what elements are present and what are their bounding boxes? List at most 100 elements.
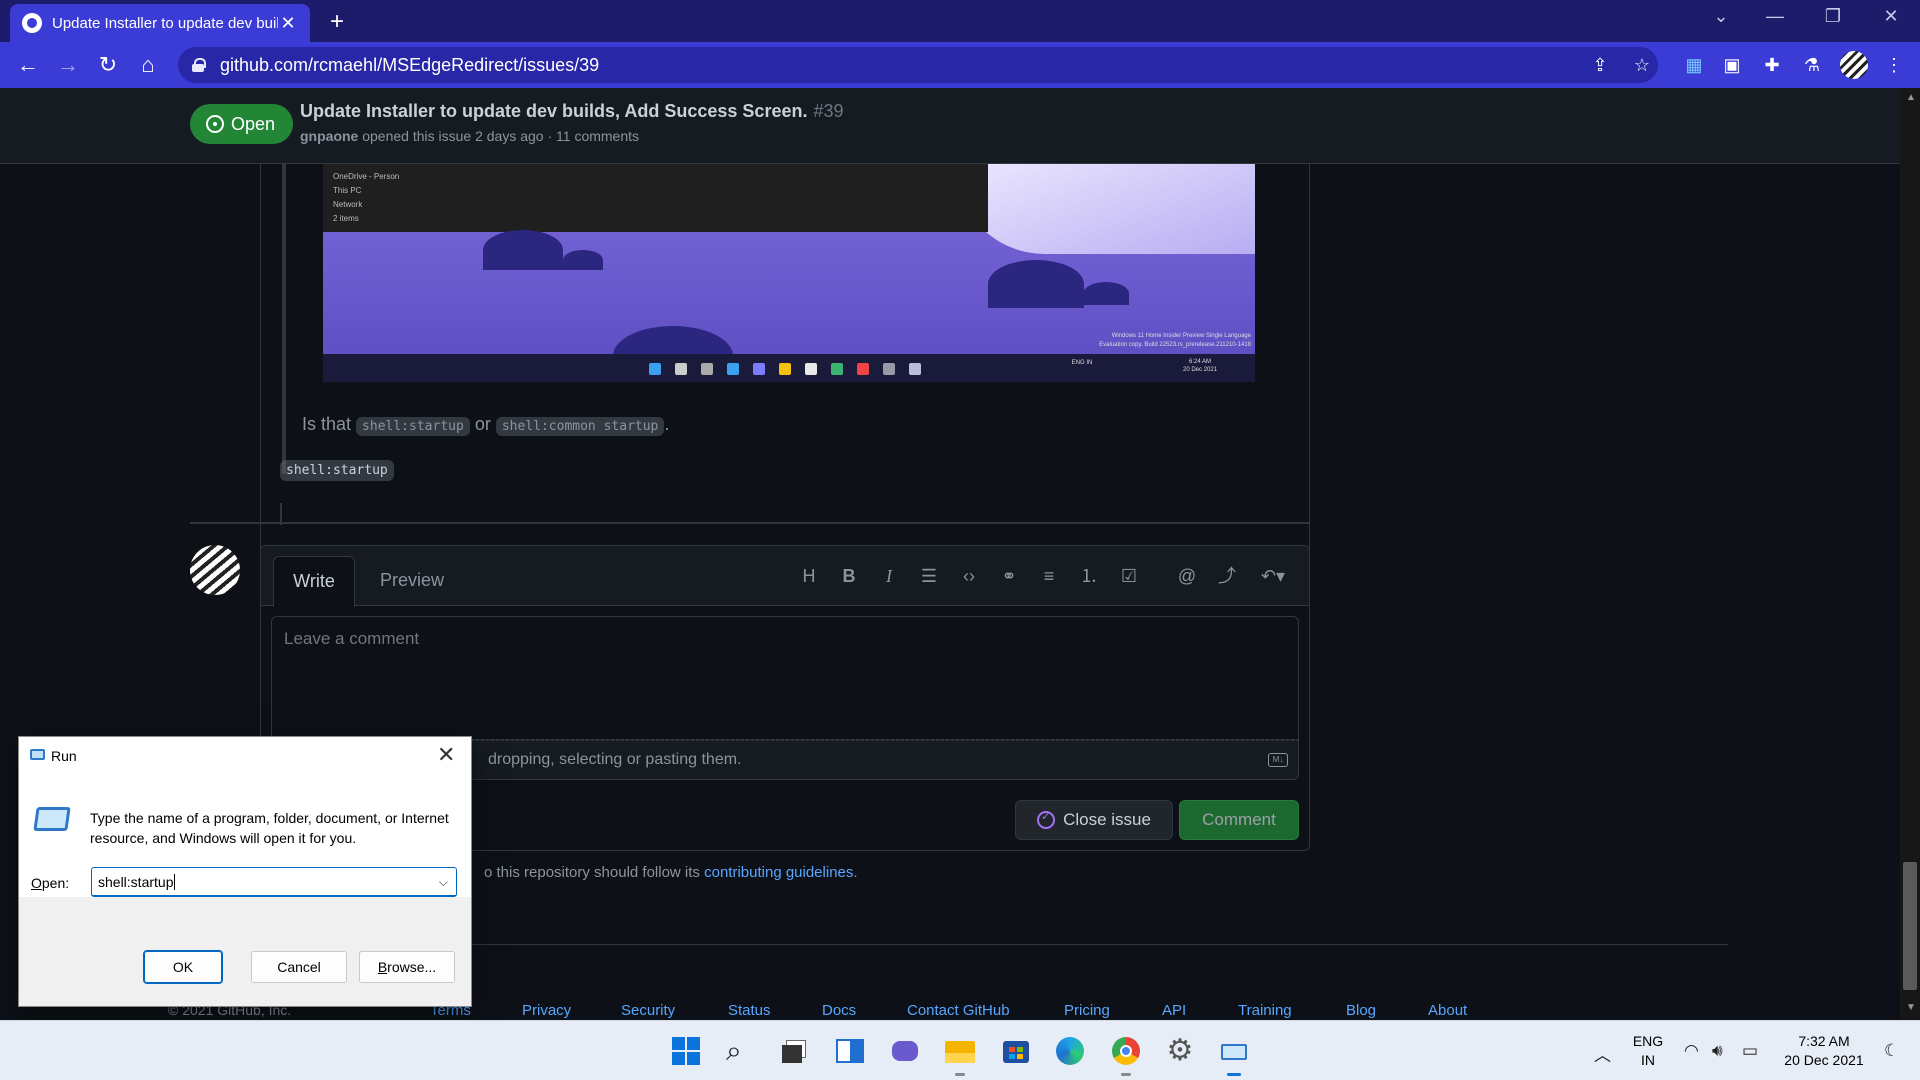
- extensions-icon[interactable]: ✚: [1760, 53, 1784, 77]
- contributing-guidelines-link[interactable]: contributing guidelines: [704, 864, 853, 881]
- address-bar[interactable]: github.com/rcmaehl/MSEdgeRedirect/issues…: [178, 47, 1658, 83]
- close-window-button[interactable]: ✕: [1876, 6, 1906, 27]
- running-indicator: [1121, 1073, 1131, 1076]
- extension-color-icon[interactable]: ▦: [1682, 53, 1706, 77]
- avatar[interactable]: [190, 545, 240, 595]
- screenshot-start-icon: [649, 363, 661, 375]
- github-icon: [22, 13, 42, 33]
- link-tool-icon[interactable]: ⚭: [997, 564, 1021, 588]
- search-icon[interactable]: ⌕: [726, 1035, 758, 1067]
- wifi-icon[interactable]: ◠: [1684, 1041, 1699, 1061]
- reload-icon[interactable]: ↻: [94, 51, 122, 79]
- chevron-up-icon[interactable]: ︿: [1594, 1041, 1611, 1066]
- battery-icon[interactable]: ▭: [1742, 1041, 1758, 1061]
- focus-assist-icon[interactable]: ☾: [1884, 1041, 1899, 1061]
- run-taskbar-icon[interactable]: [1218, 1035, 1250, 1067]
- comment-button[interactable]: Comment: [1179, 800, 1299, 840]
- mention-icon[interactable]: @: [1175, 564, 1199, 588]
- footer-link-about[interactable]: About: [1428, 1002, 1467, 1019]
- italic-tool[interactable]: I: [877, 564, 901, 588]
- widgets-icon[interactable]: [834, 1035, 866, 1067]
- screenshot-taskbar: ENG IN 6:24 AM 20 Dec 2021: [323, 354, 1255, 382]
- chevron-down-icon[interactable]: ⌵: [439, 868, 448, 896]
- clock-date: 20 Dec 2021: [1784, 1052, 1864, 1068]
- screenshot-curve: [1083, 282, 1129, 305]
- store-icon[interactable]: [1000, 1035, 1032, 1067]
- file-explorer-icon[interactable]: [944, 1035, 976, 1067]
- issue-author-link[interactable]: gnpaone: [300, 128, 358, 144]
- issue-title-text[interactable]: Update Installer to update dev builds, A…: [300, 101, 807, 121]
- tab-close-icon[interactable]: ✕: [278, 13, 298, 34]
- star-icon[interactable]: ☆: [1630, 53, 1654, 77]
- settings-icon[interactable]: ⚙: [1164, 1035, 1196, 1067]
- footer-link-api[interactable]: API: [1162, 1002, 1186, 1019]
- attach-hint: dropping, selecting or pasting them.: [488, 751, 742, 768]
- lock-icon[interactable]: [192, 58, 206, 72]
- close-icon[interactable]: ✕: [437, 742, 455, 768]
- volume-icon[interactable]: 🔊︎: [1712, 1041, 1723, 1061]
- comment-textarea[interactable]: Leave a comment: [271, 616, 1299, 740]
- close-issue-button[interactable]: Close issue: [1015, 800, 1173, 840]
- timeline-divider: [190, 522, 1310, 524]
- restore-button[interactable]: ❐: [1818, 6, 1848, 27]
- chrome-beta-icon[interactable]: [1110, 1035, 1142, 1067]
- footer-link-blog[interactable]: Blog: [1346, 1002, 1376, 1019]
- clock[interactable]: 7:32 AM 20 Dec 2021: [1778, 1032, 1870, 1070]
- media-icon[interactable]: ▣: [1720, 53, 1744, 77]
- address-url[interactable]: github.com/rcmaehl/MSEdgeRedirect/issues…: [220, 55, 599, 76]
- footer-link-training[interactable]: Training: [1238, 1002, 1292, 1019]
- scroll-down-icon[interactable]: ▼: [1906, 1002, 1916, 1013]
- browser-tab-active[interactable]: Update Installer to update dev builds, A…: [10, 4, 310, 42]
- issue-opened-icon: [206, 115, 224, 133]
- edge-dev-icon[interactable]: [1054, 1035, 1086, 1067]
- code-tool-icon[interactable]: ‹›: [957, 564, 981, 588]
- screenshot-chat-icon: [753, 363, 765, 375]
- reference-icon[interactable]: ⤴: [1215, 564, 1239, 588]
- heading-tool[interactable]: H: [797, 564, 821, 588]
- flask-icon[interactable]: ⚗: [1800, 53, 1824, 77]
- new-tab-button[interactable]: +: [322, 8, 352, 36]
- run-open-input[interactable]: shell:startup ⌵: [91, 867, 457, 897]
- cancel-button[interactable]: Cancel: [251, 951, 347, 983]
- footer-link-pricing[interactable]: Pricing: [1064, 1002, 1110, 1019]
- bullet-list-icon[interactable]: ≡: [1037, 564, 1061, 588]
- ok-button[interactable]: OK: [143, 950, 223, 984]
- input-language[interactable]: ENG IN: [1628, 1032, 1668, 1070]
- run-titlebar[interactable]: Run ✕: [19, 737, 471, 773]
- tab-write[interactable]: Write: [273, 556, 355, 607]
- footer-link-status[interactable]: Status: [728, 1002, 771, 1019]
- footer-link-contact[interactable]: Contact GitHub: [907, 1002, 1010, 1019]
- menu-icon[interactable]: ⋮: [1882, 53, 1906, 77]
- run-open-value[interactable]: shell:startup: [98, 874, 173, 890]
- tab-search-icon[interactable]: ⌄: [1706, 6, 1736, 27]
- task-view-icon[interactable]: [780, 1035, 812, 1067]
- screenshot-curve: [483, 230, 563, 270]
- quote-tool-icon[interactable]: ☰: [917, 564, 941, 588]
- minimize-button[interactable]: —: [1760, 6, 1790, 27]
- bold-tool[interactable]: B: [837, 564, 861, 588]
- issue-title[interactable]: Update Installer to update dev builds, A…: [300, 101, 844, 122]
- scrollbar-thumb[interactable]: [1903, 862, 1917, 990]
- footer-link-privacy[interactable]: Privacy: [522, 1002, 571, 1019]
- forward-icon[interactable]: →: [54, 51, 82, 79]
- lang-line: ENG: [1632, 1033, 1664, 1049]
- start-icon[interactable]: [670, 1035, 702, 1067]
- clock-time: 7:32 AM: [1798, 1033, 1850, 1049]
- embedded-screenshot[interactable]: OneDrive - Person This PC Network 2 item…: [323, 164, 1255, 382]
- task-list-icon[interactable]: ☑: [1117, 564, 1141, 588]
- running-indicator: [955, 1073, 965, 1076]
- markdown-icon[interactable]: M↓: [1268, 753, 1288, 767]
- scroll-up-icon[interactable]: ▲: [1906, 92, 1916, 103]
- back-icon[interactable]: ←: [14, 51, 42, 79]
- share-icon[interactable]: ⇪: [1588, 53, 1612, 77]
- numbered-list-icon[interactable]: ⒈: [1077, 564, 1101, 588]
- profile-icon[interactable]: [1840, 51, 1868, 79]
- chat-icon[interactable]: [890, 1035, 922, 1067]
- home-icon[interactable]: ⌂: [134, 51, 162, 79]
- browser-tab-strip: Update Installer to update dev builds, A…: [0, 0, 1920, 42]
- browse-button[interactable]: Browse...: [359, 951, 455, 983]
- tab-preview[interactable]: Preview: [367, 556, 457, 606]
- saved-replies-icon[interactable]: ↶▾: [1255, 564, 1291, 588]
- footer-link-security[interactable]: Security: [621, 1002, 675, 1019]
- footer-link-docs[interactable]: Docs: [822, 1002, 856, 1019]
